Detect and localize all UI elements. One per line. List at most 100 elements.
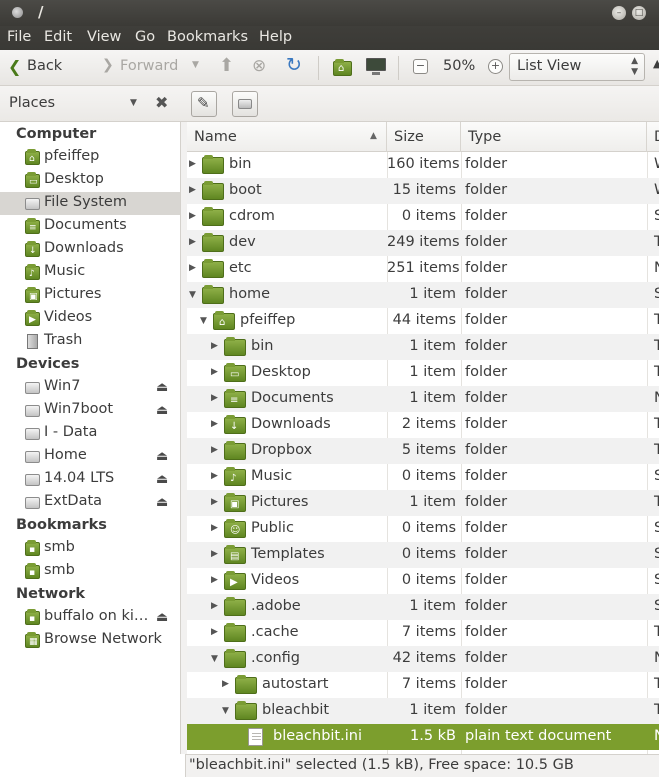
column-size[interactable]: Size	[387, 122, 461, 152]
expander-collapsed-icon[interactable]: ▶	[189, 237, 196, 247]
menu-edit[interactable]: Edit	[44, 29, 72, 45]
sidebar-item[interactable]: ≡ Documents	[0, 215, 180, 238]
menu-bookmarks[interactable]: Bookmarks	[167, 29, 248, 45]
table-row[interactable]: ▶ etc 251 items folder N	[187, 256, 659, 282]
expander-collapsed-icon[interactable]: ▶	[211, 341, 218, 351]
path-root-button[interactable]	[232, 91, 258, 117]
sidebar-item[interactable]: ▶ Videos	[0, 307, 180, 330]
column-type[interactable]: Type	[461, 122, 647, 152]
home-icon[interactable]: ⌂	[333, 59, 352, 76]
forward-history-chevron-icon[interactable]: ▼	[192, 60, 199, 70]
menu-go[interactable]: Go	[135, 29, 155, 45]
table-row[interactable]: ▶ ♪ Music 0 items folder S	[187, 464, 659, 490]
menu-file[interactable]: File	[7, 29, 31, 45]
sidebar-item[interactable]: ↓ Downloads	[0, 238, 180, 261]
expander-collapsed-icon[interactable]: ▶	[211, 393, 218, 403]
expander-collapsed-icon[interactable]: ▶	[189, 211, 196, 221]
places-dropdown-icon[interactable]: ▼	[130, 98, 137, 108]
edit-location-button[interactable]: ✎	[191, 91, 217, 117]
expander-collapsed-icon[interactable]: ▶	[189, 159, 196, 169]
sidebar-item[interactable]: ⌂ pfeiffep	[0, 146, 180, 169]
table-row[interactable]: ▼ bleachbit 1 item folder T	[187, 698, 659, 724]
eject-icon[interactable]: ⏏	[156, 495, 168, 510]
table-row[interactable]: ▶ Dropbox 5 items folder T	[187, 438, 659, 464]
table-row[interactable]: ▶ ☺ Public 0 items folder S	[187, 516, 659, 542]
minimize-button[interactable]: –	[612, 6, 626, 20]
table-row[interactable]: ▶ ▤ Templates 0 items folder S	[187, 542, 659, 568]
sidebar-item[interactable]: ▭ Desktop	[0, 169, 180, 192]
toolbar-overflow-icon[interactable]: ▲	[653, 57, 659, 70]
expander-collapsed-icon[interactable]: ▶	[211, 601, 218, 611]
expander-collapsed-icon[interactable]: ▶	[189, 185, 196, 195]
eject-icon[interactable]: ⏏	[156, 472, 168, 487]
table-row[interactable]: ▶ bin 160 items folder W	[187, 152, 659, 178]
expander-collapsed-icon[interactable]: ▶	[211, 497, 218, 507]
expander-collapsed-icon[interactable]: ▶	[211, 523, 218, 533]
table-row[interactable]: bleachbit.ini 1.5 kB plain text document N	[187, 724, 659, 750]
table-row[interactable]: ▶ ↓ Downloads 2 items folder T	[187, 412, 659, 438]
up-arrow-icon[interactable]: ⬆	[219, 55, 234, 76]
zoom-out-icon[interactable]: −	[413, 59, 428, 74]
table-row[interactable]: ▼ .config 42 items folder N	[187, 646, 659, 672]
table-row[interactable]: ▶ ▶ Videos 0 items folder S	[187, 568, 659, 594]
close-sidebar-icon[interactable]: ✖	[155, 93, 168, 112]
expander-collapsed-icon[interactable]: ▶	[211, 445, 218, 455]
sidebar-item[interactable]: ▪ smb	[0, 537, 180, 560]
table-row[interactable]: ▼ ⌂ pfeiffep 44 items folder T	[187, 308, 659, 334]
back-button[interactable]: Back	[27, 58, 62, 74]
expander-expanded-icon[interactable]: ▼	[189, 290, 196, 300]
sidebar-item[interactable]: Win7boot ⏏	[0, 399, 180, 422]
column-date[interactable]: D	[647, 122, 659, 152]
table-row[interactable]: ▶ bin 1 item folder T	[187, 334, 659, 360]
computer-icon[interactable]	[366, 58, 386, 76]
expander-collapsed-icon[interactable]: ▶	[222, 679, 229, 689]
sidebar-item[interactable]: ▪ buffalo on ki… ⏏	[0, 606, 180, 629]
expander-collapsed-icon[interactable]: ▶	[211, 471, 218, 481]
table-row[interactable]: ▶ boot 15 items folder W	[187, 178, 659, 204]
expander-collapsed-icon[interactable]: ▶	[189, 263, 196, 273]
sidebar-item[interactable]: I - Data	[0, 422, 180, 445]
sidebar-item[interactable]: File System	[0, 192, 180, 215]
expander-collapsed-icon[interactable]: ▶	[211, 367, 218, 377]
table-row[interactable]: ▼ home 1 item folder S	[187, 282, 659, 308]
table-row[interactable]: ▶ .adobe 1 item folder S	[187, 594, 659, 620]
menu-view[interactable]: View	[87, 29, 121, 45]
table-row[interactable]: ▶ ▭ Desktop 1 item folder T	[187, 360, 659, 386]
expander-expanded-icon[interactable]: ▼	[211, 654, 218, 664]
back-arrow-icon[interactable]: ❮	[8, 57, 21, 76]
sidebar-item[interactable]: ▦ Browse Network	[0, 629, 180, 652]
table-row[interactable]: ▶ ≡ Documents 1 item folder N	[187, 386, 659, 412]
table-row[interactable]: ▶ ▣ Pictures 1 item folder T	[187, 490, 659, 516]
eject-icon[interactable]: ⏏	[156, 403, 168, 418]
reload-icon[interactable]: ↻	[286, 54, 302, 76]
sidebar-item[interactable]: ♪ Music	[0, 261, 180, 284]
sidebar-item[interactable]: Trash	[0, 330, 180, 353]
table-row[interactable]: ▶ autostart 7 items folder T	[187, 672, 659, 698]
expander-expanded-icon[interactable]: ▼	[222, 706, 229, 716]
eject-icon[interactable]: ⏏	[156, 380, 168, 395]
expander-collapsed-icon[interactable]: ▶	[211, 549, 218, 559]
table-row[interactable]: ▶ dev 249 items folder T	[187, 230, 659, 256]
forward-arrow-icon[interactable]: ❯	[102, 57, 114, 73]
eject-icon[interactable]: ⏏	[156, 610, 168, 625]
zoom-in-icon[interactable]: +	[488, 59, 503, 74]
sidebar-item[interactable]: ExtData ⏏	[0, 491, 180, 514]
forward-button[interactable]: Forward	[120, 58, 178, 74]
expander-collapsed-icon[interactable]: ▶	[211, 627, 218, 637]
sidebar-item[interactable]: ▪ smb	[0, 560, 180, 583]
sidebar-item[interactable]: ▣ Pictures	[0, 284, 180, 307]
stop-icon[interactable]: ⊗	[252, 56, 266, 76]
expander-collapsed-icon[interactable]: ▶	[211, 419, 218, 429]
column-name[interactable]: Name ▲	[187, 122, 387, 152]
view-mode-select[interactable]: List View ▲ ▼	[509, 53, 645, 81]
maximize-button[interactable]: □	[632, 6, 646, 20]
table-row[interactable]: ▶ cdrom 0 items folder S	[187, 204, 659, 230]
table-row[interactable]: ▶ .cache 7 items folder T	[187, 620, 659, 646]
sidebar-item[interactable]: Home ⏏	[0, 445, 180, 468]
window-menu-icon[interactable]	[12, 7, 23, 18]
sidebar-item[interactable]: 14.04 LTS ⏏	[0, 468, 180, 491]
expander-collapsed-icon[interactable]: ▶	[211, 575, 218, 585]
eject-icon[interactable]: ⏏	[156, 449, 168, 464]
menu-help[interactable]: Help	[259, 29, 292, 45]
sidebar-item[interactable]: Win7 ⏏	[0, 376, 180, 399]
